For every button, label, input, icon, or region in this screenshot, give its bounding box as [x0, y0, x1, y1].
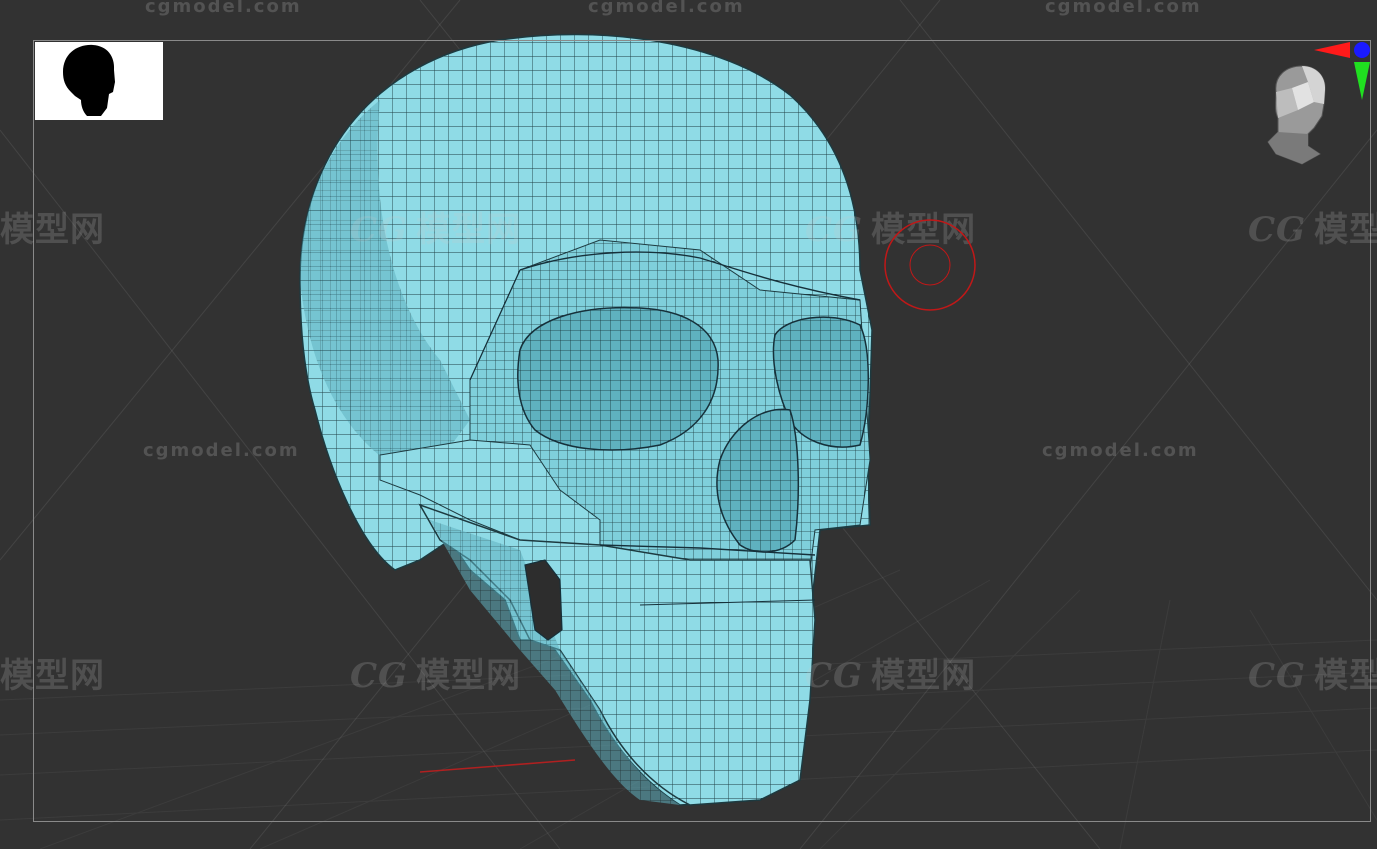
watermark-cn: 模型网	[0, 210, 105, 250]
watermark-cn: CG模型网	[805, 656, 977, 696]
watermark-cn: CG模型网	[350, 210, 522, 250]
watermark-en: cgmodel.com	[143, 440, 300, 461]
brush-cursor-icon	[884, 219, 976, 311]
watermark-en: cgmodel.com	[1045, 0, 1202, 17]
watermark-cn: CG模型网	[1248, 656, 1377, 696]
watermark-en: cgmodel.com	[588, 0, 745, 17]
eye-socket-left	[517, 306, 719, 451]
watermark-en: cgmodel.com	[1042, 440, 1199, 461]
viewport-scene	[0, 0, 1377, 849]
watermark-cn: 模型网	[0, 656, 105, 696]
axis-gizmo-icon[interactable]	[1310, 38, 1374, 102]
3d-viewport[interactable]: cgmodel.com cgmodel.com cgmodel.com cgmo…	[0, 0, 1377, 849]
x-axis-line	[419, 759, 576, 773]
watermark-cn: CG模型网	[350, 656, 522, 696]
watermark-en: cgmodel.com	[145, 0, 302, 17]
skull-silhouette-icon	[63, 44, 115, 116]
watermark-cn: CG模型网	[1248, 210, 1377, 250]
silhouette-thumbnail[interactable]	[35, 42, 163, 120]
